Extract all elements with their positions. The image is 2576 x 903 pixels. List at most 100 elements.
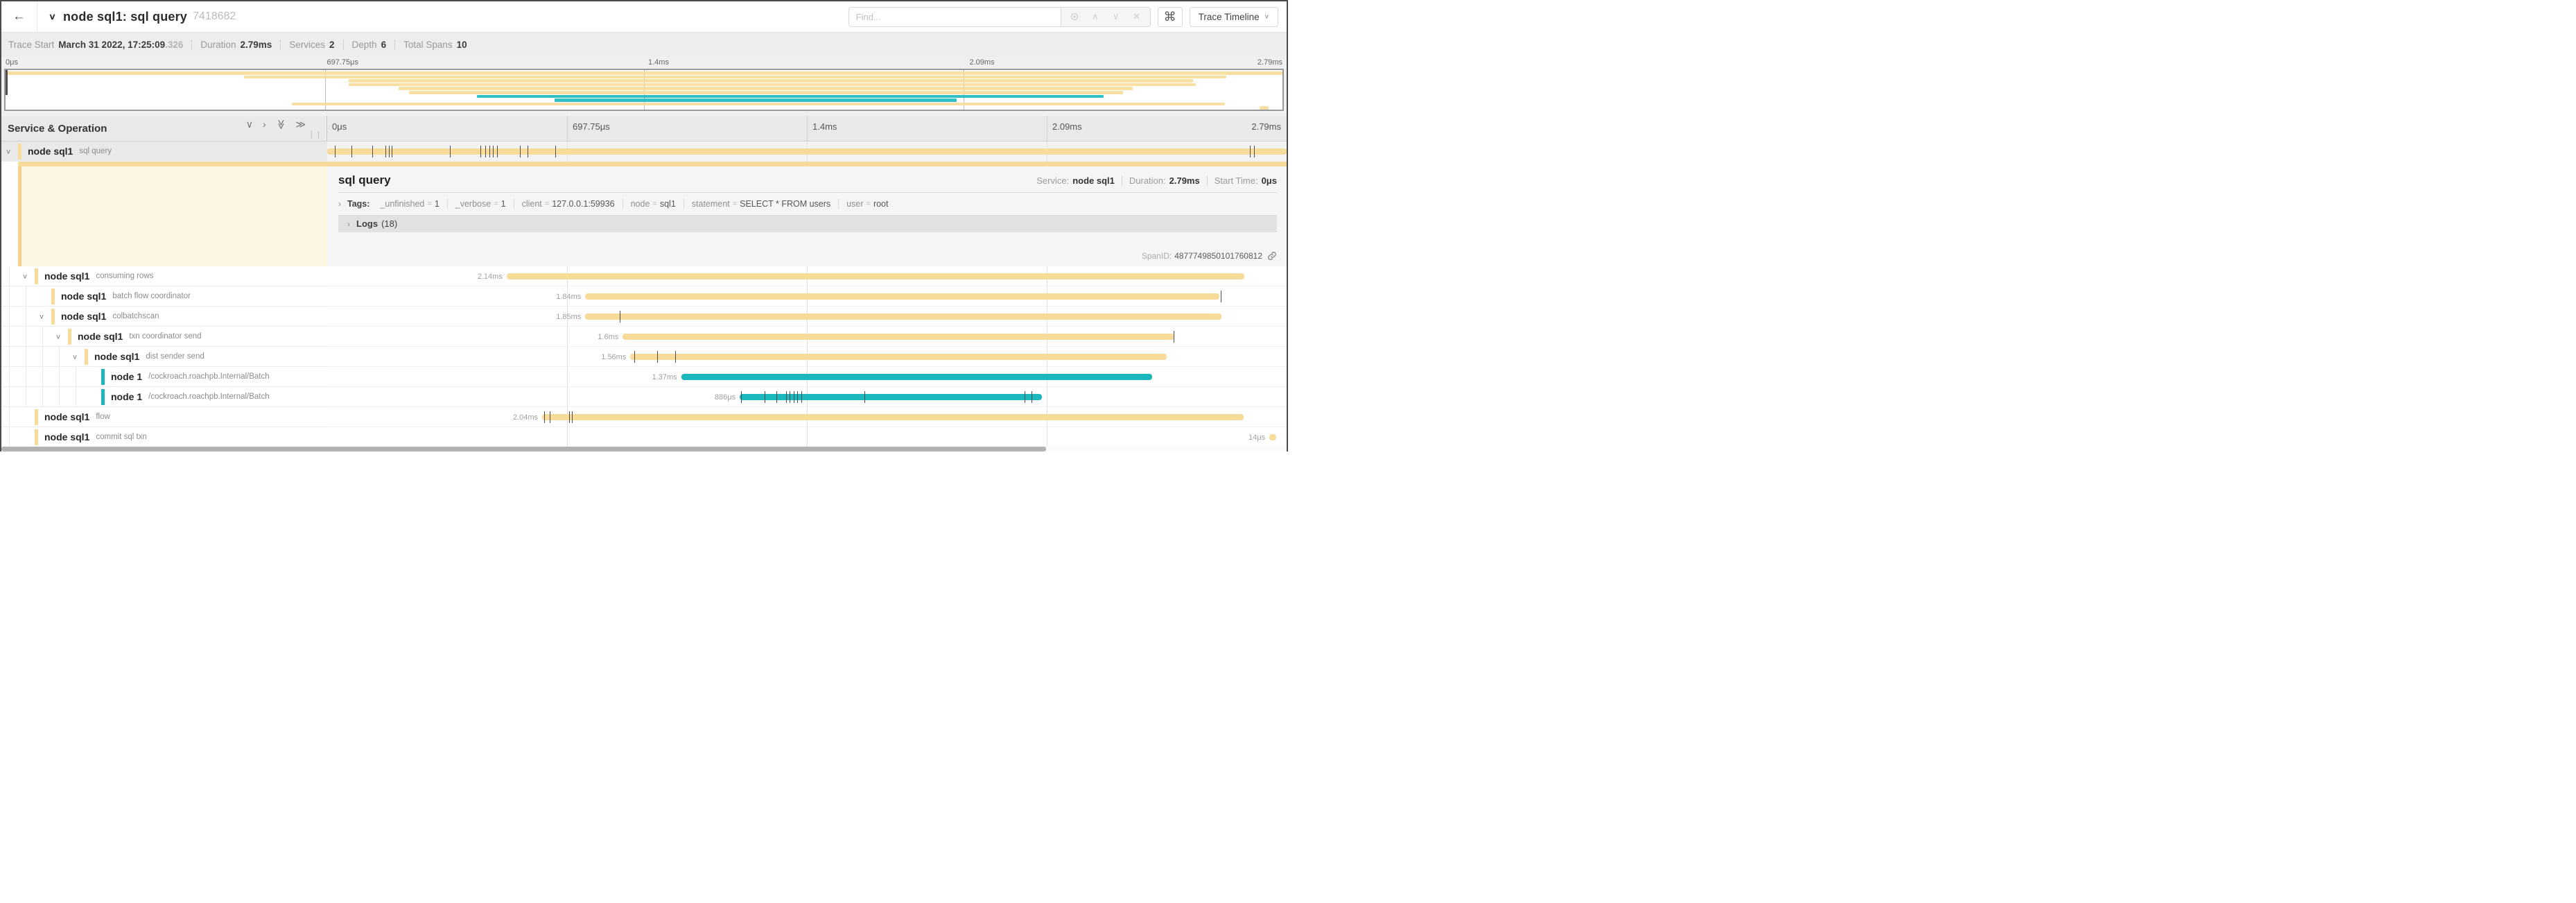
span-timeline-cell[interactable]: 886μs [327, 387, 1287, 407]
top-bar: ← ∨ node sql1: sql query 7418682 ∧ ∨ ✕ ⌘… [1, 1, 1287, 33]
span-log-tick [450, 146, 451, 157]
span-timeline-cell[interactable]: 1.37ms [327, 367, 1287, 387]
span-duration-bar[interactable] [1269, 434, 1276, 440]
span-tree-cell[interactable]: node 1/cockroach.roachpb.Internal/Batch [1, 367, 327, 387]
span-timeline-cell[interactable]: 2.14ms [327, 266, 1287, 286]
span-tree-cell[interactable]: ∨node sql1sql query [1, 141, 327, 162]
span-timeline-cell[interactable]: 1.6ms [327, 327, 1287, 347]
prev-match-icon[interactable]: ∧ [1086, 8, 1104, 25]
collapse-all-icon[interactable]: ∨ [246, 119, 253, 130]
span-log-tick [497, 146, 498, 157]
minimap-span-bar [349, 79, 1193, 83]
span-log-tick [797, 391, 798, 403]
scrollbar-thumb[interactable] [1, 447, 1046, 452]
span-duration-bar[interactable] [542, 414, 1244, 420]
span-row: ∨node sql1colbatchscan 1.85ms [1, 307, 1287, 327]
span-expand-chevron-icon[interactable]: ∨ [72, 352, 78, 360]
tree-controls: ∨ › ≫ ≫ [246, 119, 306, 130]
span-timeline-cell[interactable]: 14μs [327, 427, 1287, 446]
trace-view-selector-label: Trace Timeline [1199, 12, 1260, 22]
span-timeline-cell[interactable]: 2.04ms [327, 407, 1287, 427]
span-tree-cell[interactable]: node 1/cockroach.roachpb.Internal/Batch [1, 387, 327, 407]
expand-one-icon[interactable]: › [263, 119, 266, 130]
span-tree-cell[interactable]: ∨node sql1consuming rows [1, 266, 327, 286]
span-timeline-cell[interactable]: 1.84ms [327, 286, 1287, 307]
deep-link-icon[interactable] [1267, 251, 1277, 261]
span-log-tick [389, 146, 390, 157]
span-tree-cell[interactable]: node sql1batch flow coordinator [1, 286, 327, 307]
span-tree-cell[interactable]: node sql1 commit sql txn [1, 427, 327, 446]
span-expand-chevron-icon[interactable]: ∨ [22, 272, 28, 280]
span-duration-bar[interactable] [681, 374, 1153, 380]
span-tree-cell[interactable]: node sql1flow [1, 407, 327, 427]
span-service-name: node sql1 [44, 431, 89, 442]
tree-depth-guide [59, 347, 60, 366]
span-tree-cell[interactable]: ∨node sql1dist sender send [1, 347, 327, 367]
span-row: node sql1batch flow coordinator1.84ms [1, 286, 1287, 307]
span-log-tick [572, 411, 573, 423]
span-color-bar [35, 429, 38, 445]
minimap-tick-label: 0μs [6, 58, 18, 67]
target-icon [1070, 12, 1079, 22]
span-log-tick [801, 391, 802, 403]
span-duration-label: 1.56ms [601, 353, 626, 361]
span-service-name: node sql1 [44, 411, 89, 422]
span-detail-body: sql query Service:node sql1Duration:2.79… [327, 166, 1287, 266]
span-timeline-cell[interactable]: 1.56ms [327, 347, 1287, 367]
keyboard-shortcuts-button[interactable]: ⌘ [1158, 7, 1183, 27]
span-duration-label: 1.85ms [556, 313, 581, 321]
span-duration-label: 2.04ms [513, 413, 538, 422]
trace-page: ← ∨ node sql1: sql query 7418682 ∧ ∨ ✕ ⌘… [0, 0, 1288, 452]
minimap-span-bar [244, 76, 1226, 79]
trace-view-selector[interactable]: Trace Timeline ∨ [1190, 7, 1278, 27]
tree-depth-guide [9, 266, 10, 286]
span-duration-bar[interactable] [507, 273, 1244, 280]
minimap-canvas[interactable] [4, 69, 1284, 111]
clear-find-icon[interactable]: ✕ [1128, 8, 1146, 25]
span-duration-bar[interactable] [623, 334, 1174, 340]
span-duration-bar[interactable] [327, 148, 1287, 155]
focus-match-icon[interactable] [1065, 8, 1084, 25]
span-row: ∨node sql1consuming rows2.14ms [1, 266, 1287, 286]
span-expand-chevron-icon[interactable]: ∨ [39, 312, 44, 320]
span-duration-bar[interactable] [740, 394, 1042, 400]
minimap-tick-label: 2.09ms [970, 58, 995, 67]
minimap-ruler: 0μs697.75μs1.4ms2.09ms2.79ms [1, 57, 1287, 69]
column-resize-grip[interactable]: ❘❘ [308, 130, 322, 139]
span-expand-chevron-icon[interactable]: ∨ [55, 332, 61, 340]
collapse-deep-icon[interactable]: ≫ [275, 119, 287, 130]
span-operation-name: commit sql txn [96, 433, 147, 441]
span-service-name: node sql1 [28, 146, 73, 157]
span-row: node 1/cockroach.roachpb.Internal/Batch1… [1, 367, 1287, 387]
span-tree-cell[interactable]: ∨node sql1txn coordinator send [1, 327, 327, 347]
span-log-tick [351, 146, 352, 157]
minimap-scrubber-handle[interactable] [6, 70, 8, 95]
divider [191, 40, 192, 50]
span-tree-cell[interactable]: ∨node sql1colbatchscan [1, 307, 327, 327]
detail-meta-label: Service: [1036, 175, 1069, 186]
span-row: node 1/cockroach.roachpb.Internal/Batch8… [1, 387, 1287, 407]
expand-all-icon[interactable]: ≫ [295, 119, 306, 130]
detail-meta-value: 0μs [1262, 175, 1277, 186]
span-log-tick [657, 351, 658, 363]
span-duration-bar[interactable] [585, 313, 1221, 320]
logs-accordion[interactable]: › Logs (18) [338, 215, 1277, 232]
divider [1207, 176, 1208, 186]
back-button[interactable]: ← [1, 1, 37, 32]
span-expand-chevron-icon[interactable]: ∨ [6, 147, 11, 155]
span-color-bar [18, 166, 21, 266]
span-duration-bar[interactable] [630, 354, 1167, 360]
next-match-icon[interactable]: ∨ [1107, 8, 1125, 25]
find-group: ∧ ∨ ✕ [848, 7, 1151, 27]
span-timeline-cell[interactable] [327, 141, 1287, 162]
tags-accordion[interactable]: › Tags: _unfinished=1_verbose=1client=12… [338, 199, 1277, 209]
span-timeline-cell[interactable]: 1.85ms [327, 307, 1287, 327]
find-input[interactable] [848, 7, 1061, 27]
trace-collapse-chevron-icon[interactable]: ∨ [49, 12, 56, 22]
trace-id: 7418682 [193, 10, 236, 23]
span-duration-bar[interactable] [585, 293, 1219, 300]
span-row: node sql1 commit sql txn 14μs [1, 427, 1287, 446]
tag-item: _unfinished=1 [372, 199, 446, 209]
span-log-tick [372, 146, 373, 157]
trace-info-item: Depth6 [352, 40, 387, 50]
